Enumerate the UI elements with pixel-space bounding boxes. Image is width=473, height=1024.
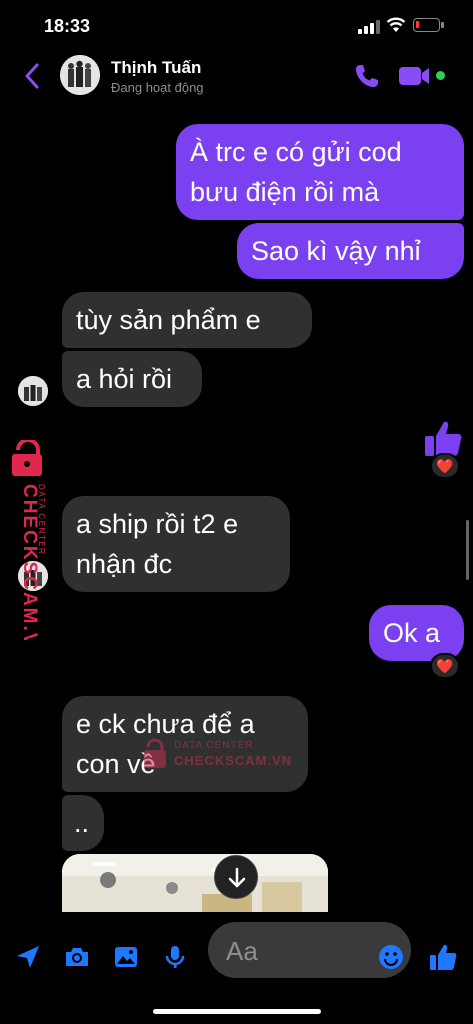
video-camera-icon[interactable]	[398, 65, 432, 87]
lock-icon	[144, 738, 166, 768]
gallery-icon[interactable]	[113, 944, 139, 970]
contact-avatar[interactable]	[60, 55, 100, 95]
back-chevron-icon[interactable]	[20, 62, 44, 90]
location-arrow-icon[interactable]	[15, 944, 41, 970]
message-text: À trc e có gửi cod	[190, 137, 402, 167]
phone-icon[interactable]	[354, 63, 380, 89]
message-text: Sao kì vậy nhỉ	[251, 236, 421, 266]
signal-icon	[358, 20, 380, 34]
thumbs-up-icon[interactable]	[428, 942, 458, 972]
chat-header: Thịnh Tuấn Đang hoạt động	[0, 50, 473, 102]
status-bar: 18:33	[0, 0, 473, 50]
arrow-down-icon	[228, 867, 246, 888]
svg-text:CHECKSCAM.VN: CHECKSCAM.VN	[19, 484, 40, 640]
message-input-placeholder: Aa	[226, 936, 258, 966]
message-text: Ok a	[383, 618, 441, 648]
status-time: 18:33	[44, 16, 91, 36]
message-text: a hỏi rồi	[76, 364, 173, 394]
microphone-icon[interactable]	[162, 944, 188, 970]
message-text: bưu điện rồi mà	[190, 177, 380, 207]
message-text: tùy sản phẩm e	[76, 305, 261, 335]
heart-reaction[interactable]: ❤️	[430, 653, 460, 679]
message-text: ..	[74, 808, 90, 838]
sender-avatar[interactable]	[18, 376, 48, 406]
battery-icon	[413, 18, 444, 32]
watermark-center: DATA CENTER CHECKSCAM.VN	[140, 735, 293, 775]
composer-bar: Aa	[0, 912, 473, 1024]
message-text: nhận đc	[76, 549, 173, 579]
message-text: a ship rồi t2 e	[76, 509, 239, 539]
online-indicator	[436, 71, 445, 80]
message-bubble-incoming[interactable]: ..	[62, 795, 104, 851]
message-bubble-outgoing[interactable]: À trc e có gửi cod bưu điện rồi mà	[176, 124, 464, 220]
emoji-icon[interactable]	[378, 944, 404, 970]
wifi-icon	[386, 17, 406, 32]
image-message[interactable]	[62, 854, 328, 914]
heart-reaction[interactable]: ❤️	[430, 453, 460, 479]
svg-text:DATA CENTER: DATA CENTER	[37, 484, 46, 555]
contact-status: Đang hoạt động	[111, 80, 204, 95]
scroll-to-bottom-button[interactable]	[214, 855, 258, 899]
home-indicator[interactable]	[153, 1009, 321, 1014]
message-bubble-incoming[interactable]: a hỏi rồi	[62, 351, 202, 407]
watermark-logo: CHECKSCAM.VN DATA CENTER	[12, 440, 46, 640]
message-bubble-incoming[interactable]: a ship rồi t2 e nhận đc	[62, 496, 290, 592]
contact-name[interactable]: Thịnh Tuấn	[111, 58, 201, 78]
message-bubble-outgoing[interactable]: Sao kì vậy nhỉ	[237, 223, 464, 279]
message-bubble-incoming[interactable]: tùy sản phẩm e	[62, 292, 312, 348]
camera-icon[interactable]	[64, 944, 90, 970]
scrollbar[interactable]	[466, 520, 469, 580]
watermark-tag: DATA CENTER	[174, 740, 254, 751]
watermark-brand: CHECKSCAM.VN	[174, 753, 293, 768]
